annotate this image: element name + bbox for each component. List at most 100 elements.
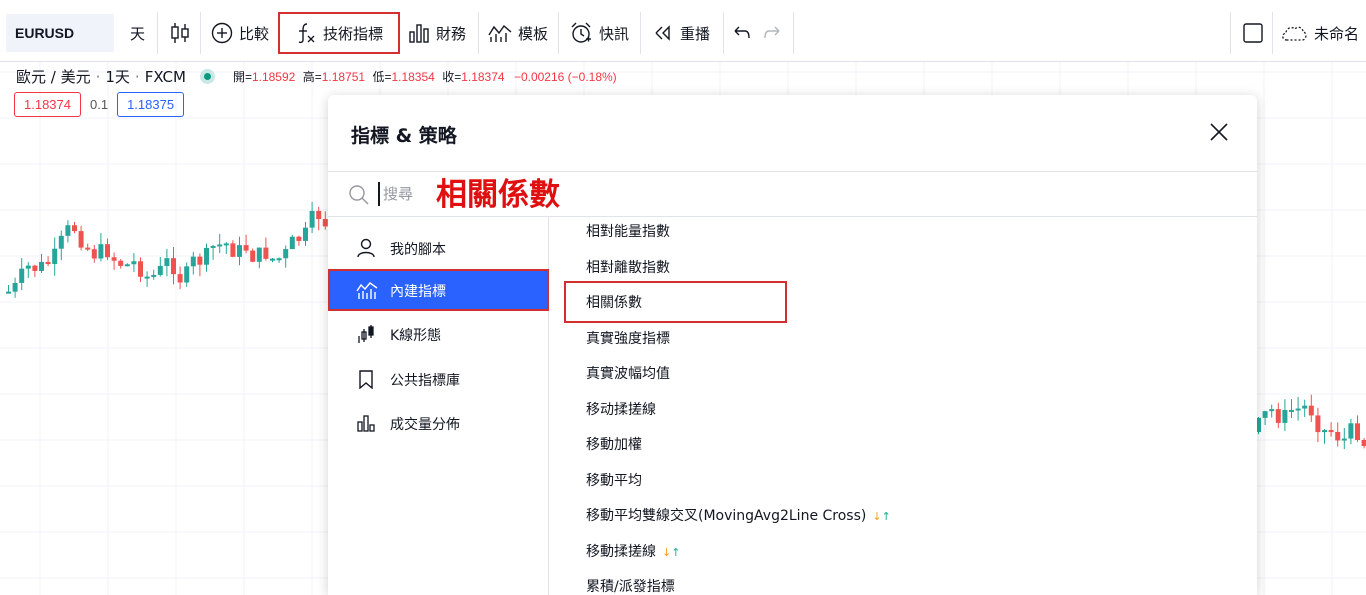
ohlc-values: 開=1.18592 高=1.18751 低=1.18354 收=1.18374 … <box>232 70 617 84</box>
list-item[interactable]: 移動平均 <box>586 470 642 490</box>
chart-legend: 歐元 / 美元 · 1天 · FXCM 開=1.18592 高=1.18751 … <box>16 67 617 87</box>
user-icon <box>356 238 376 258</box>
category-sidebar: 我的腳本 內建指標 K線形態 公共指標庫 成交量分佈 <box>328 217 549 595</box>
compare-button[interactable]: 比較 <box>211 12 269 54</box>
candle-body <box>111 257 117 261</box>
search-annotation: 相關係數 <box>436 177 560 213</box>
candle-body <box>1262 411 1268 418</box>
candle-body <box>171 258 176 275</box>
dialog-title: 指標 & 策略 <box>351 125 457 147</box>
candle-body <box>65 225 71 236</box>
list-item[interactable]: 真實強度指標 <box>586 328 670 348</box>
market-status-icon[interactable] <box>199 69 215 84</box>
candle-body <box>72 225 77 232</box>
candle-body <box>1348 423 1354 439</box>
candle-body <box>204 247 209 265</box>
candle-body <box>243 245 249 251</box>
strategy-icon: ↓↑ <box>872 510 891 523</box>
sell-price-button[interactable]: 1.18374 <box>14 92 81 117</box>
sidebar-item-patterns[interactable]: K線形態 <box>328 313 549 355</box>
buy-price-button[interactable]: 1.18375 <box>117 92 185 117</box>
candle-body <box>39 261 44 271</box>
financials-button[interactable]: 財務 <box>408 12 466 54</box>
sidebar-item-volume-profile[interactable]: 成交量分佈 <box>328 402 549 444</box>
candle-body <box>6 291 11 294</box>
candle-body <box>197 256 203 265</box>
candle-body <box>1361 439 1366 447</box>
candle-body <box>12 282 18 292</box>
candle-body <box>276 258 282 261</box>
candle-body <box>164 258 170 266</box>
sidebar-item-public-library[interactable]: 公共指標庫 <box>328 358 549 400</box>
rewind-icon <box>654 25 674 41</box>
candles-icon <box>170 22 190 44</box>
list-item[interactable]: 移動揉搓線 ↓↑ <box>586 541 680 561</box>
close-icon[interactable] <box>1208 121 1230 143</box>
symbol-search-button[interactable]: EURUSD <box>6 14 114 52</box>
candle-body <box>19 268 25 283</box>
candle-body <box>85 247 91 250</box>
candle-body <box>270 258 275 261</box>
save-layout-button[interactable]: 未命名 <box>1280 12 1359 54</box>
correlation-highlight-box <box>564 281 787 323</box>
list-item[interactable]: 真實波幅均值 <box>586 363 670 383</box>
bar-chart-icon <box>408 23 430 43</box>
candle-body <box>32 265 38 271</box>
sidebar-item-label: 內建指標 <box>390 284 446 300</box>
candle-body <box>1302 405 1308 409</box>
sidebar-item-label: K線形態 <box>390 328 442 344</box>
indicators-highlight-box <box>278 12 400 54</box>
list-item[interactable]: 移動平均雙線交叉(MovingAvg2Line Cross) ↓↑ <box>586 505 891 525</box>
list-item[interactable]: 移动揉搓線 <box>586 399 656 419</box>
replay-label: 重播 <box>680 24 711 43</box>
layout-button[interactable] <box>1242 12 1270 54</box>
search-input[interactable] <box>378 182 438 206</box>
candle-body <box>223 243 229 246</box>
candle-body <box>118 260 124 266</box>
top-toolbar: EURUSD 天 比較 技術指標 財務 模板 快訊 重播 未命名 <box>0 0 1366 62</box>
templates-button[interactable]: 模板 <box>488 12 548 54</box>
alarm-clock-icon <box>569 21 593 45</box>
candle-body <box>151 274 157 277</box>
chart-line-icon <box>356 280 378 300</box>
list-item[interactable]: 相對離散指數 <box>586 257 670 277</box>
interval-button[interactable]: 天 <box>130 12 145 54</box>
alerts-label: 快訊 <box>599 24 630 43</box>
list-item[interactable]: 相對能量指數 <box>586 221 670 241</box>
bookmark-icon <box>356 369 376 390</box>
candle-body <box>91 249 97 259</box>
toolbar-divider <box>793 12 794 54</box>
change-value: −0.00216 (−0.18%) <box>513 70 617 84</box>
legend-interval: 1天 <box>105 68 130 86</box>
square-icon <box>1242 22 1264 44</box>
candle-body <box>1355 423 1360 440</box>
cloud-icon <box>1280 23 1308 43</box>
chart-type-button[interactable] <box>170 12 196 54</box>
candle-body <box>256 247 262 262</box>
candle-body <box>144 276 150 279</box>
alerts-button[interactable]: 快訊 <box>569 12 629 54</box>
candle-body <box>316 210 322 220</box>
sidebar-item-label: 我的腳本 <box>390 242 446 258</box>
candle-body <box>184 266 190 283</box>
sidebar-item-label: 公共指標庫 <box>390 373 460 389</box>
redo-icon <box>763 26 781 40</box>
sidebar-item-built-ins[interactable]: 內建指標 <box>328 269 549 311</box>
layout-name-label: 未命名 <box>1314 24 1360 43</box>
templates-label: 模板 <box>518 24 549 43</box>
candle-body <box>78 231 84 248</box>
candle-body <box>1289 409 1294 412</box>
list-item[interactable]: 累積/派發指標 <box>586 576 675 595</box>
spread-value: 0.1 <box>90 97 109 112</box>
replay-button[interactable]: 重播 <box>654 12 710 54</box>
indicators-dialog: 指標 & 策略 相關係數 我的腳本 內建指標 K線形態 <box>328 95 1257 595</box>
candle-body <box>1275 409 1281 423</box>
undo-button[interactable] <box>733 12 757 54</box>
low-value: 1.18354 <box>391 70 435 84</box>
list-item[interactable]: 移動加權 <box>586 434 642 454</box>
open-value: 1.18592 <box>251 70 296 84</box>
sidebar-item-my-scripts[interactable]: 我的腳本 <box>328 227 549 269</box>
indicator-list: 相對能量指數 相對離散指數 相關係數 真實強度指標 真實波幅均值 移动揉搓線 移… <box>550 217 1256 595</box>
redo-button[interactable] <box>763 12 787 54</box>
candle-body <box>210 245 216 248</box>
